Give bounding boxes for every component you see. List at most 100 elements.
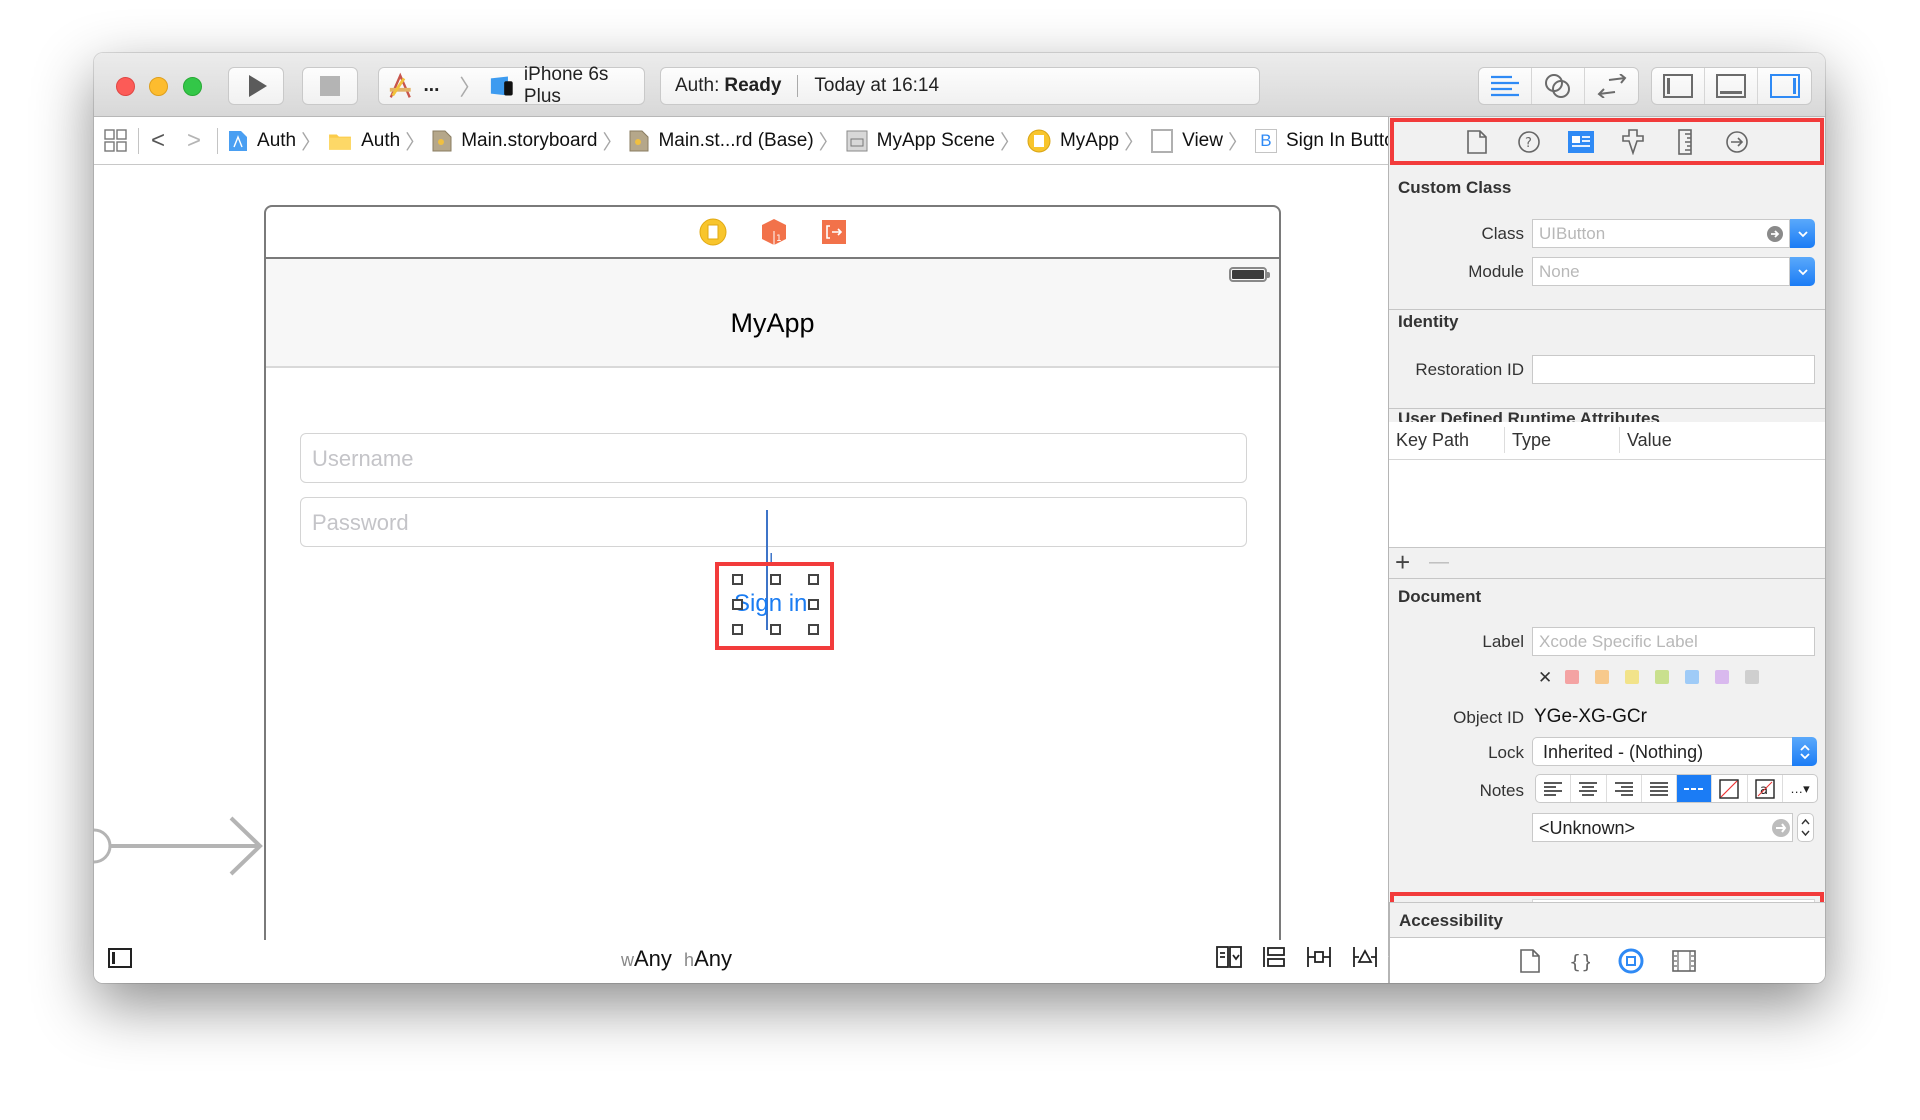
stack-icon[interactable] (1262, 946, 1286, 968)
no-background-button[interactable] (1712, 775, 1748, 802)
label-color-swatch[interactable] (1655, 670, 1669, 684)
document-outline-toggle-icon[interactable] (108, 948, 132, 968)
breadcrumb-item-project[interactable]: Auth 〉 (228, 126, 328, 155)
justify-button[interactable] (1642, 775, 1677, 802)
breadcrumb-item-scene[interactable]: MyApp Scene 〉 (846, 126, 1027, 155)
canvas-bottom-bar: wAny hAny (94, 932, 1388, 983)
tab-quick-help[interactable]: ? (1516, 129, 1542, 155)
resize-handle[interactable] (808, 624, 819, 635)
minimize-window-button[interactable] (149, 77, 168, 96)
text-color-button[interactable]: a (1748, 775, 1783, 802)
resize-handle[interactable] (808, 599, 819, 610)
navigate-arrow-icon[interactable] (1767, 226, 1783, 242)
natural-alignment-button[interactable] (1677, 775, 1713, 802)
label-color-swatch[interactable] (1595, 670, 1609, 684)
label-color-swatch[interactable] (1625, 670, 1639, 684)
font-size-stepper[interactable] (1797, 813, 1814, 842)
breadcrumb-item-storyboard-base[interactable]: Main.st...rd (Base) 〉 (629, 126, 845, 155)
close-window-button[interactable] (116, 77, 135, 96)
zoom-window-button[interactable] (183, 77, 202, 96)
breadcrumb-item-view[interactable]: View 〉 (1151, 126, 1255, 155)
media-library-icon[interactable] (1671, 949, 1696, 972)
tab-attributes-inspector[interactable] (1620, 128, 1646, 155)
size-class-selector[interactable]: wAny hAny (621, 946, 732, 972)
align-right-button[interactable] (1607, 775, 1642, 802)
class-field[interactable]: UIButton (1532, 219, 1790, 248)
view-controller-scene[interactable]: 1 MyApp Username Password I Sign in (264, 205, 1281, 940)
module-dropdown-button[interactable] (1790, 257, 1815, 286)
accessibility-section-header[interactable]: Accessibility (1390, 902, 1825, 938)
lock-popup-button[interactable] (1792, 737, 1817, 766)
add-attribute-button[interactable]: + (1395, 547, 1410, 578)
tab-identity-inspector[interactable] (1568, 129, 1594, 155)
scheme-selector[interactable]: ... 〉 iPhone 6s Plus (378, 64, 645, 107)
initial-view-controller-arrow[interactable] (94, 816, 264, 886)
object-library-icon[interactable] (1618, 948, 1644, 974)
resize-handle[interactable] (732, 574, 743, 585)
back-button[interactable]: < (151, 127, 165, 155)
align-icon[interactable] (1306, 946, 1332, 968)
resize-handle[interactable] (732, 624, 743, 635)
notes-formatting-toolbar: a …▾ (1535, 774, 1818, 803)
xcode-label-field[interactable]: Xcode Specific Label (1532, 627, 1815, 656)
font-field[interactable]: <Unknown> (1532, 813, 1793, 842)
align-center-button[interactable] (1571, 775, 1607, 802)
sign-in-button[interactable]: Sign in (734, 590, 807, 618)
run-button[interactable] (228, 67, 284, 105)
dashed-line-icon (1684, 787, 1705, 790)
lock-popup[interactable]: Inherited - (Nothing) (1532, 737, 1793, 766)
column-header-value[interactable]: Value (1627, 430, 1672, 451)
resize-handle[interactable] (770, 624, 781, 635)
column-header-type[interactable]: Type (1512, 430, 1551, 451)
label-color-swatch[interactable] (1685, 670, 1699, 684)
breadcrumb-item-button[interactable]: B Sign In Button (1254, 128, 1405, 153)
password-field[interactable]: Password (300, 497, 1247, 547)
breadcrumb-item-group[interactable]: Auth 〉 (328, 126, 432, 155)
column-header-key-path[interactable]: Key Path (1396, 430, 1469, 451)
stop-button[interactable] (302, 67, 358, 105)
resize-handle[interactable] (770, 574, 781, 585)
exit-icon[interactable] (821, 219, 847, 245)
file-icon (1467, 129, 1487, 154)
restoration-id-field[interactable] (1532, 355, 1815, 384)
label-color-swatch[interactable] (1745, 670, 1759, 684)
remove-attribute-button[interactable]: — (1429, 551, 1449, 574)
clear-label-color-icon[interactable]: ✕ (1538, 668, 1552, 688)
tab-file-inspector[interactable] (1464, 129, 1490, 155)
standard-editor-button[interactable] (1479, 68, 1532, 104)
related-items-icon[interactable] (104, 128, 128, 153)
label-color-swatch[interactable] (1715, 670, 1729, 684)
username-field[interactable]: Username (300, 433, 1247, 483)
resize-handle[interactable] (732, 599, 743, 610)
pin-icon[interactable] (1352, 946, 1378, 968)
align-left-button[interactable] (1536, 775, 1572, 802)
breadcrumb-item-storyboard[interactable]: Main.storyboard 〉 (432, 126, 629, 155)
navigate-arrow-icon[interactable] (1772, 819, 1790, 837)
toggle-debug-area-button[interactable] (1705, 68, 1758, 104)
version-editor-button[interactable] (1585, 68, 1638, 104)
align-left-icon (1544, 781, 1563, 796)
toggle-navigator-button[interactable] (1652, 68, 1705, 104)
assistant-editor-button[interactable] (1532, 68, 1585, 104)
storyboard-canvas[interactable]: 1 MyApp Username Password I Sign in wAny… (94, 166, 1388, 983)
runtime-attributes-table[interactable] (1389, 460, 1825, 548)
view-controller-icon[interactable] (699, 218, 727, 246)
view-controller-icon (1027, 129, 1051, 152)
resize-handle[interactable] (808, 574, 819, 585)
toggle-utilities-button[interactable] (1758, 68, 1811, 104)
label-color-swatch[interactable] (1565, 670, 1579, 684)
file-template-library-icon[interactable] (1519, 948, 1540, 973)
tab-connections-inspector[interactable] (1724, 129, 1750, 155)
breadcrumb-item-view-controller[interactable]: MyApp 〉 (1027, 126, 1151, 155)
tab-size-inspector[interactable] (1672, 128, 1698, 155)
embed-in-stack-icon[interactable] (1216, 946, 1242, 968)
module-field[interactable]: None (1532, 257, 1790, 286)
class-dropdown-button[interactable] (1790, 219, 1815, 248)
align-right-icon (1614, 781, 1633, 796)
more-options-button[interactable]: …▾ (1783, 775, 1817, 802)
first-responder-icon[interactable]: 1 (761, 218, 787, 246)
accessibility-title: Accessibility (1399, 911, 1503, 930)
chevron-right-icon: 〉 (999, 132, 1020, 154)
forward-button[interactable]: > (187, 127, 201, 155)
code-snippet-library-icon[interactable]: {} (1568, 949, 1590, 973)
